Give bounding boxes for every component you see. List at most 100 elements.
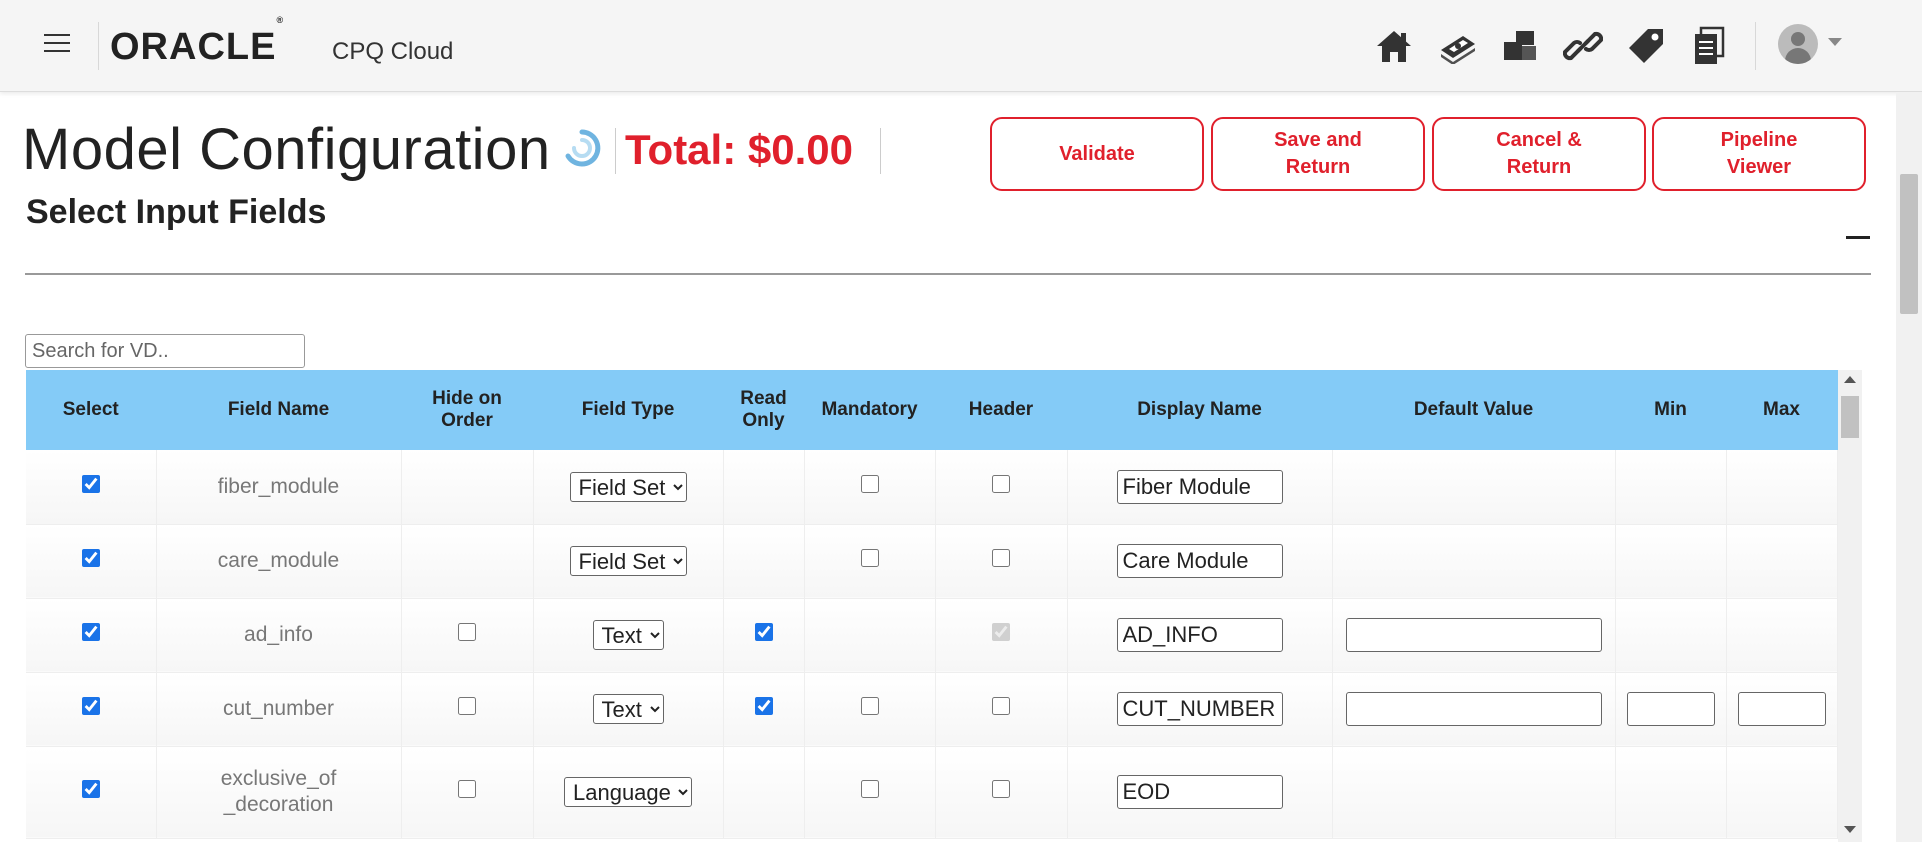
cancel-and-return-button[interactable]: Cancel & Return <box>1432 117 1646 191</box>
user-avatar[interactable] <box>1778 24 1818 64</box>
min-cell <box>1615 524 1727 599</box>
display-name-cell <box>1067 672 1333 747</box>
header-checkbox[interactable] <box>992 474 1010 493</box>
display-name-input[interactable] <box>1116 469 1283 504</box>
field-type-select[interactable]: Field Set <box>569 471 687 502</box>
min-input[interactable] <box>1626 692 1715 726</box>
search-input[interactable] <box>25 334 305 368</box>
collapse-icon[interactable] <box>1846 236 1870 239</box>
column-header-min: Min <box>1615 370 1727 450</box>
select-checkbox[interactable] <box>81 474 100 493</box>
max-cell <box>1726 524 1838 599</box>
field-name-cell: care_module <box>156 524 402 599</box>
table-row: exclusive_of _decoration Language <box>26 746 1838 839</box>
select-checkbox[interactable] <box>81 549 100 567</box>
total-price: Total: $0.00 <box>625 126 853 173</box>
select-cell <box>26 450 157 525</box>
max-input[interactable] <box>1737 692 1826 726</box>
save-and-return-button[interactable]: Save and Return <box>1211 117 1425 191</box>
hide-on-order-checkbox[interactable] <box>458 623 476 641</box>
read-only-cell <box>723 524 805 599</box>
default-value-cell <box>1332 524 1616 599</box>
header-checkbox[interactable] <box>992 780 1010 798</box>
divider <box>615 128 616 174</box>
read-only-cell <box>723 598 805 673</box>
blocks-icon[interactable] <box>1496 22 1544 70</box>
mandatory-checkbox[interactable] <box>860 549 879 567</box>
validate-button[interactable]: Validate <box>990 117 1204 191</box>
scrollbar-thumb[interactable] <box>1900 174 1918 314</box>
max-cell <box>1726 746 1838 839</box>
column-header-display-name: Display Name <box>1067 370 1333 450</box>
field-type-select[interactable]: Language <box>564 777 692 807</box>
display-name-cell <box>1067 598 1333 673</box>
field-type-cell: Language <box>533 746 724 839</box>
table-scrollbar[interactable] <box>1838 370 1862 842</box>
mandatory-checkbox[interactable] <box>860 697 879 715</box>
hide-on-order-checkbox[interactable] <box>458 780 476 798</box>
link-icon[interactable] <box>1559 22 1607 70</box>
top-bar: ORACLE® CPQ Cloud <box>0 0 1922 92</box>
display-name-input[interactable] <box>1116 692 1283 726</box>
header-cell <box>935 598 1068 673</box>
home-icon[interactable] <box>1370 22 1418 70</box>
mandatory-checkbox[interactable] <box>860 780 879 798</box>
tag-icon[interactable] <box>1622 22 1670 70</box>
read-only-checkbox[interactable] <box>754 623 773 641</box>
page-scrollbar[interactable] <box>1896 92 1922 842</box>
field-name-cell: ad_info <box>156 598 402 673</box>
hamburger-menu-icon[interactable] <box>44 34 72 54</box>
field-type-cell: Text <box>533 598 724 673</box>
min-cell <box>1615 672 1727 747</box>
display-name-input[interactable] <box>1116 544 1283 578</box>
read-only-checkbox[interactable] <box>754 697 773 715</box>
column-header-read-only: Read Only <box>723 370 805 450</box>
field-name-cell: cut_number <box>156 672 402 747</box>
field-type-cell: Field Set <box>533 524 724 599</box>
table-row: fiber_module Field Set <box>26 450 1838 525</box>
read-only-cell <box>723 672 805 747</box>
header-checkbox[interactable] <box>992 697 1010 715</box>
max-cell <box>1726 450 1838 525</box>
header-cell <box>935 746 1068 839</box>
min-cell <box>1615 598 1727 673</box>
column-header-header: Header <box>935 370 1068 450</box>
pipeline-viewer-button[interactable]: Pipeline Viewer <box>1652 117 1866 191</box>
field-name-cell: fiber_module <box>156 450 402 525</box>
table-row: cut_number Text <box>26 672 1838 747</box>
default-value-input[interactable] <box>1345 618 1602 652</box>
mandatory-cell <box>804 450 936 525</box>
select-checkbox[interactable] <box>81 780 100 798</box>
product-name: CPQ Cloud <box>332 38 454 65</box>
field-type-select[interactable]: Text <box>592 694 664 724</box>
hide-on-order-cell <box>401 598 534 673</box>
header-cell <box>935 450 1068 525</box>
display-name-input[interactable] <box>1116 775 1283 809</box>
default-value-input[interactable] <box>1345 692 1602 726</box>
read-only-cell <box>723 450 805 525</box>
hide-on-order-cell <box>401 746 534 839</box>
money-icon[interactable] <box>1433 22 1481 70</box>
hide-on-order-cell <box>401 524 534 599</box>
documents-icon[interactable] <box>1685 22 1733 70</box>
hide-on-order-checkbox[interactable] <box>458 697 476 715</box>
display-name-input[interactable] <box>1116 618 1283 652</box>
select-checkbox[interactable] <box>81 623 100 641</box>
field-type-cell: Field Set <box>533 450 724 525</box>
field-type-select[interactable]: Field Set <box>569 546 687 576</box>
divider <box>880 128 881 174</box>
divider <box>1755 22 1756 70</box>
column-header-max: Max <box>1726 370 1838 450</box>
select-cell <box>26 672 157 747</box>
chevron-down-icon[interactable] <box>1828 38 1842 46</box>
header-checkbox[interactable] <box>992 549 1010 567</box>
default-value-cell <box>1332 672 1616 747</box>
scroll-up-icon[interactable] <box>1844 376 1856 383</box>
scroll-down-icon[interactable] <box>1844 826 1856 833</box>
mandatory-checkbox[interactable] <box>860 474 879 493</box>
select-checkbox[interactable] <box>81 697 100 715</box>
column-header-field-name: Field Name <box>156 370 402 450</box>
column-header-hide-on-order: Hide on Order <box>401 370 534 450</box>
field-type-select[interactable]: Text <box>592 620 664 650</box>
scrollbar-thumb[interactable] <box>1841 396 1859 438</box>
